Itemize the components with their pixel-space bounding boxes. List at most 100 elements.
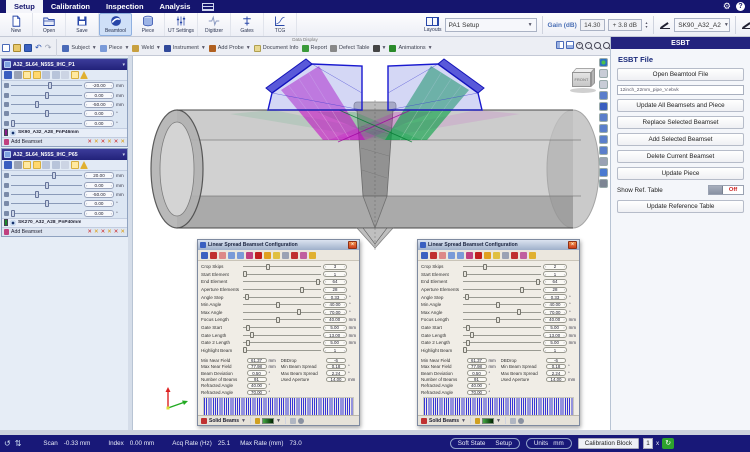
slider-value[interactable]: ‹64› xyxy=(543,279,567,285)
slider-value[interactable]: ‹1› xyxy=(323,271,347,277)
view-page-icon[interactable] xyxy=(599,113,608,122)
report-button[interactable]: Report xyxy=(302,45,328,52)
slider-track[interactable] xyxy=(11,85,82,86)
new-button[interactable]: New xyxy=(0,13,33,36)
save-view-icon[interactable] xyxy=(24,44,32,52)
slider-value[interactable]: ‹64› xyxy=(323,279,347,285)
slider-value[interactable]: ‹5.00› xyxy=(543,340,567,346)
zoom-in-icon[interactable]: + xyxy=(576,42,583,49)
angle-tool-icon[interactable] xyxy=(466,252,473,259)
view-page-icon[interactable] xyxy=(599,124,608,133)
split-view-icon[interactable] xyxy=(556,41,564,49)
page-icon[interactable] xyxy=(42,161,50,169)
slider-thumb[interactable] xyxy=(466,325,470,331)
delete-icon[interactable]: ✕ xyxy=(101,229,106,235)
digitizer-button[interactable]: Digitizer xyxy=(198,13,231,36)
gear-icon[interactable] xyxy=(14,161,22,169)
slider-track[interactable] xyxy=(11,175,82,176)
marker-tool-icon[interactable] xyxy=(300,252,307,259)
instrument-menu[interactable]: Instrument▼ xyxy=(164,45,206,52)
weld-menu[interactable]: Weld▼ xyxy=(132,45,160,52)
refresh-icon[interactable]: ↺ xyxy=(4,440,11,448)
gear-icon[interactable] xyxy=(14,71,22,79)
slider-value[interactable]: ‹0.33› xyxy=(543,294,567,300)
slider-track[interactable] xyxy=(463,312,541,313)
slider-track[interactable] xyxy=(463,266,541,267)
link-tool-icon[interactable] xyxy=(457,252,464,259)
subject-menu[interactable]: Subject▼ xyxy=(62,45,96,52)
select-tool-icon[interactable] xyxy=(421,252,428,259)
edit-icon[interactable]: ✕ xyxy=(107,139,112,145)
view-comment-icon[interactable] xyxy=(599,168,608,177)
slider-track[interactable] xyxy=(11,113,82,114)
slider-thumb[interactable] xyxy=(45,92,49,99)
cursor-icon[interactable] xyxy=(4,71,12,79)
grid-icon[interactable] xyxy=(61,71,69,79)
copy-icon[interactable] xyxy=(52,161,60,169)
slider-thumb[interactable] xyxy=(48,82,52,89)
slider-track[interactable] xyxy=(243,319,321,320)
slider-track[interactable] xyxy=(11,123,82,124)
pencil-icon[interactable] xyxy=(255,418,260,424)
beam-view-icon[interactable] xyxy=(33,161,41,169)
focus-icon[interactable] xyxy=(71,71,79,79)
help-icon[interactable]: ? xyxy=(736,2,745,11)
color-scale-picker[interactable] xyxy=(262,418,274,424)
beamtool-file-field[interactable]: 12inch_22mm_pipe_V.ebvk xyxy=(617,85,744,95)
layout-view-icon[interactable] xyxy=(566,41,574,49)
connection-status-icon[interactable]: ↻ xyxy=(662,438,674,449)
view-gear-icon[interactable] xyxy=(599,80,608,89)
chevron-down-icon[interactable]: ▼ xyxy=(461,418,466,424)
grid-toggle-icon[interactable] xyxy=(290,418,296,424)
slider-value[interactable]: ‹13.00› xyxy=(323,332,347,338)
document-info-button[interactable]: Document Info xyxy=(254,45,299,52)
calibration-block-button[interactable]: Calibration Block xyxy=(578,438,639,449)
delete-current-beamset-button[interactable]: Delete Current Beamset xyxy=(617,150,744,163)
tcg-button[interactable]: TCG xyxy=(264,13,297,36)
slider-value[interactable]: ‹0.33› xyxy=(323,294,347,300)
slider-value[interactable]: ‹1› xyxy=(323,347,347,353)
slider-track[interactable] xyxy=(11,104,82,105)
link-tool-icon[interactable] xyxy=(237,252,244,259)
slider-thumb[interactable] xyxy=(11,120,15,127)
beam-view-icon[interactable] xyxy=(33,71,41,79)
slider-track[interactable] xyxy=(463,342,541,343)
slider-value[interactable]: ‹5.00› xyxy=(543,325,567,331)
slider-value[interactable]: ‹0.00› xyxy=(84,182,114,189)
tab-calibration[interactable]: Calibration xyxy=(43,0,98,13)
page-icon[interactable] xyxy=(42,71,50,79)
slider-value[interactable]: ‹-50.00› xyxy=(84,191,114,198)
slider-track[interactable] xyxy=(243,281,321,282)
zoom-select-icon[interactable] xyxy=(603,42,610,49)
focus-icon[interactable] xyxy=(71,161,79,169)
ut-settings-button[interactable]: UT Settings xyxy=(165,13,198,36)
piece-button[interactable]: Piece xyxy=(132,13,165,36)
save-button[interactable]: Save xyxy=(66,13,99,36)
warning-icon[interactable] xyxy=(80,71,88,79)
table-tool-icon[interactable] xyxy=(502,252,509,259)
edit-icon[interactable]: ✕ xyxy=(120,139,125,145)
slider-thumb[interactable] xyxy=(11,210,15,217)
slider-value[interactable]: ‹13.00› xyxy=(543,332,567,338)
view-grid-icon[interactable] xyxy=(599,157,608,166)
slider-track[interactable] xyxy=(463,327,541,328)
beam-tool-icon[interactable] xyxy=(430,252,437,259)
flash-tool-icon[interactable] xyxy=(309,252,316,259)
collapse-icon[interactable]: ▾ xyxy=(122,152,125,158)
slider-track[interactable] xyxy=(463,319,541,320)
slider-thumb[interactable] xyxy=(52,172,56,179)
target-toggle-icon[interactable] xyxy=(518,418,524,424)
slider-track[interactable] xyxy=(463,335,541,336)
slider-value[interactable]: ‹2› xyxy=(543,264,567,270)
view-layers-icon[interactable] xyxy=(599,102,608,111)
undo-icon[interactable]: ↶ xyxy=(35,44,42,52)
slider-track[interactable] xyxy=(463,289,541,290)
slider-thumb[interactable] xyxy=(517,309,521,315)
add-probe-menu[interactable]: Add Probe▼ xyxy=(209,45,251,52)
slider-track[interactable] xyxy=(11,185,82,186)
slider-value[interactable]: ‹-20.00› xyxy=(84,82,114,89)
target-toggle-icon[interactable] xyxy=(298,418,304,424)
slider-track[interactable] xyxy=(243,297,321,298)
visibility-eye-icon[interactable] xyxy=(10,220,16,226)
slider-track[interactable] xyxy=(243,342,321,343)
